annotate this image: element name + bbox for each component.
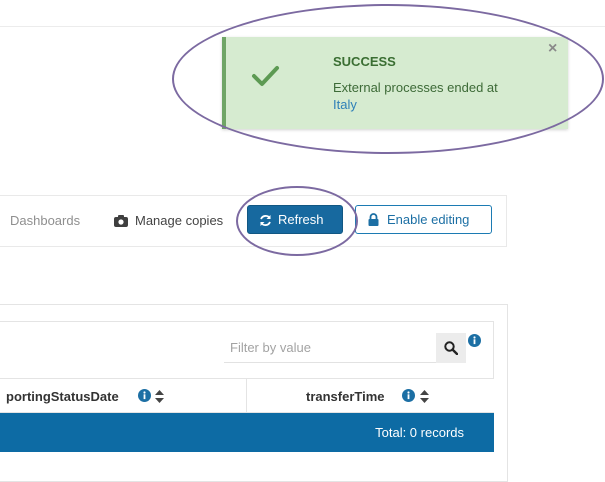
dashboards-link[interactable]: Dashboards: [10, 213, 80, 228]
enable-editing-label: Enable editing: [387, 212, 470, 227]
column-divider: [246, 379, 247, 414]
lock-icon: [368, 213, 379, 226]
info-icon[interactable]: [468, 334, 481, 347]
filter-input[interactable]: [224, 333, 436, 363]
column-header-transfer-time[interactable]: transferTime: [306, 389, 385, 404]
manage-copies-button[interactable]: Manage copies: [135, 213, 223, 228]
column-header-porting-status-date[interactable]: portingStatusDate: [6, 389, 119, 404]
search-button[interactable]: [436, 333, 466, 363]
table-header: portingStatusDate transferTime: [0, 378, 494, 414]
table-total-row: Total: 0 records: [0, 413, 494, 452]
sort-icon[interactable]: [155, 390, 164, 403]
total-records-label: Total: 0 records: [375, 425, 464, 440]
sort-icon[interactable]: [420, 390, 429, 403]
highlight-ellipse-refresh: [236, 186, 358, 256]
search-icon: [444, 341, 458, 355]
highlight-ellipse-toast: [172, 4, 604, 154]
info-icon[interactable]: [402, 389, 415, 402]
enable-editing-button[interactable]: Enable editing: [355, 205, 492, 234]
camera-icon: [114, 215, 128, 227]
info-icon[interactable]: [138, 389, 151, 402]
